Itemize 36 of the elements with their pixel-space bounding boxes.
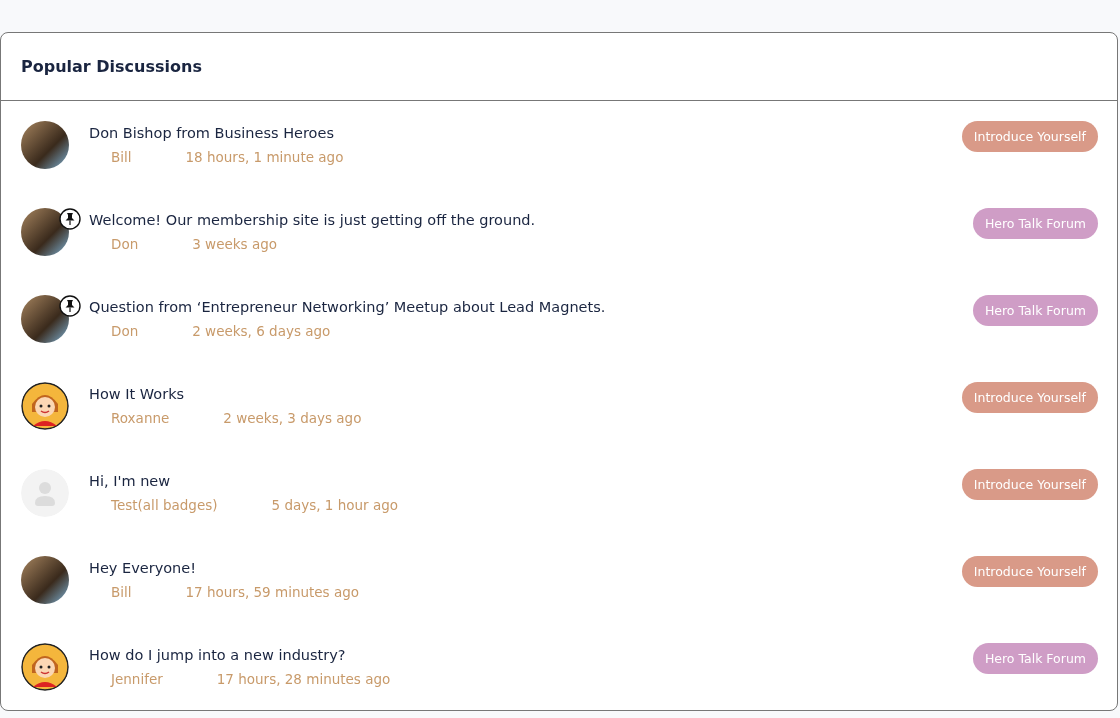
discussion-title[interactable]: Question from ‘Entrepreneur Networking’ Meetup about Lead Magnets. (89, 298, 973, 315)
post-time: 5 days, 1 hour ago (271, 496, 399, 513)
author-name[interactable]: Bill (111, 583, 132, 600)
forum-tag[interactable]: Introduce Yourself (961, 382, 1098, 413)
forum-tag[interactable]: Hero Talk Forum (972, 208, 1098, 239)
forum-tag[interactable]: Introduce Yourself (961, 556, 1098, 587)
post-time: 3 weeks ago (192, 235, 277, 252)
photo-placeholder (21, 207, 69, 256)
post-time: 18 hours, 1 minute ago (185, 148, 344, 165)
discussion-title[interactable]: How It Works (89, 385, 962, 402)
photo-placeholder (21, 294, 69, 343)
author-name[interactable]: Don (111, 235, 139, 252)
post-time: 2 weeks, 3 days ago (223, 409, 362, 426)
author-name[interactable]: Test(all badges) (111, 496, 218, 513)
cartoon-avatar-drawing (21, 642, 69, 691)
discussion-title[interactable]: Welcome! Our membership site is just getting off the ground. (89, 211, 973, 228)
author-name[interactable]: Jennifer (111, 670, 163, 687)
forum-tag[interactable]: Introduce Yourself (961, 121, 1098, 152)
forum-tag[interactable]: Hero Talk Forum (972, 643, 1098, 674)
post-time: 17 hours, 59 minutes ago (185, 583, 360, 600)
author-name[interactable]: Don (111, 322, 139, 339)
post-time: 2 weeks, 6 days ago (192, 322, 331, 339)
photo-placeholder (21, 120, 69, 169)
author-name[interactable]: Bill (111, 148, 132, 165)
forum-tag[interactable]: Introduce Yourself (961, 469, 1098, 500)
discussion-title[interactable]: Don Bishop from Business Heroes (89, 124, 962, 141)
author-name[interactable]: Roxanne (111, 409, 170, 426)
discussion-title[interactable]: Hi, I'm new (89, 472, 962, 489)
photo-placeholder (21, 555, 69, 604)
discussion-title[interactable]: Hey Everyone! (89, 559, 962, 576)
forum-tag[interactable]: Hero Talk Forum (972, 295, 1098, 326)
cartoon-avatar-drawing (21, 381, 69, 430)
post-time: 17 hours, 28 minutes ago (216, 670, 391, 687)
user-silhouette-icon (21, 468, 69, 517)
card-title: Popular Discussions (21, 57, 202, 76)
discussion-title[interactable]: How do I jump into a new industry? (89, 646, 973, 663)
